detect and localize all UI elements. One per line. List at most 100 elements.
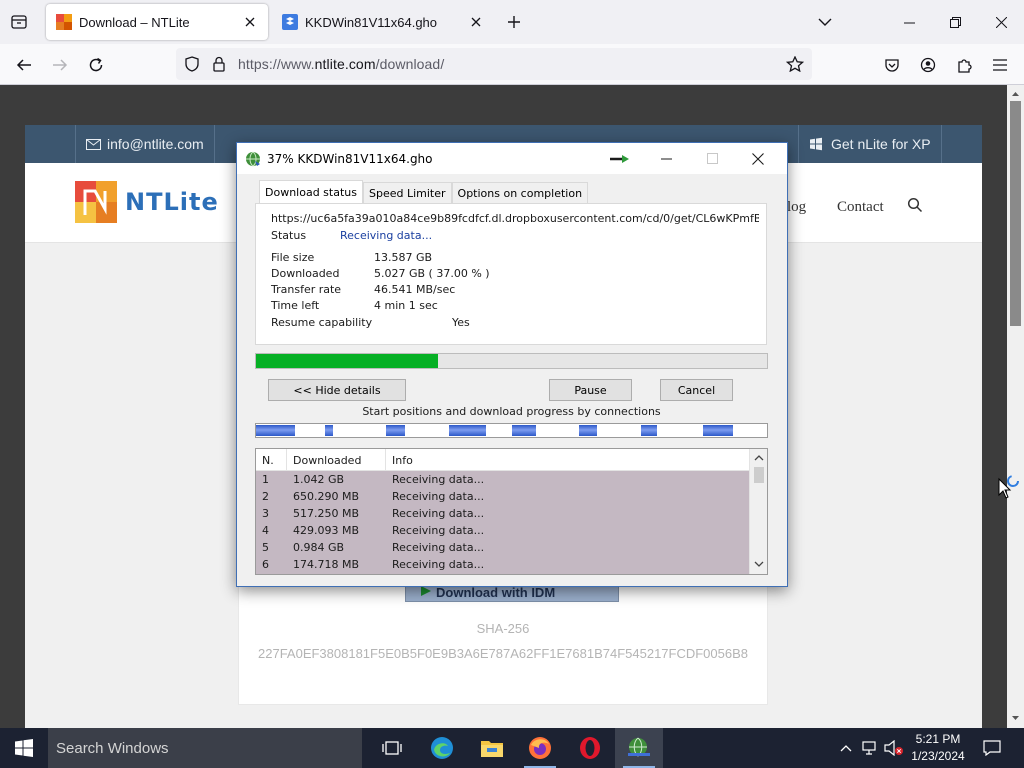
restore-window-icon[interactable]: [932, 0, 978, 44]
dialog-tabs: Download status Speed Limiter Options on…: [259, 180, 589, 203]
progress-fill: [256, 354, 438, 368]
downloaded-label: Downloaded: [271, 267, 340, 280]
close-window-icon[interactable]: [978, 0, 1024, 44]
transfer-rate-value: 46.541 MB/sec: [374, 283, 456, 296]
lock-icon[interactable]: [212, 56, 226, 75]
table-scroll-thumb[interactable]: [754, 467, 764, 483]
clock[interactable]: 5:21 PM 1/23/2024: [906, 731, 970, 765]
tab-download-status[interactable]: Download status: [259, 180, 363, 203]
address-bar[interactable]: https://www.ntlite.com/download/: [176, 48, 812, 80]
table-row[interactable]: 5 0.984 GB Receiving data...: [256, 539, 749, 556]
scroll-down-icon[interactable]: [750, 557, 768, 571]
page-scrollbar[interactable]: [1007, 85, 1024, 728]
start-button[interactable]: [0, 728, 48, 768]
email-text: info@ntlite.com: [107, 136, 204, 152]
scroll-thumb[interactable]: [1010, 101, 1021, 326]
pause-button[interactable]: Pause: [549, 379, 632, 401]
download-status-panel: https://uc6a5fa39a010a84ce9b89fcdfcf.dl.…: [255, 203, 767, 345]
dialog-minimize-icon[interactable]: [643, 143, 689, 174]
ntlite-logo[interactable]: NTLite: [75, 181, 219, 223]
logo-text: NTLite: [125, 188, 219, 216]
browser-tab-bar: Download – NTLite KKDWin81V11x64.gho: [0, 0, 1024, 44]
tab-gho-file[interactable]: KKDWin81V11x64.gho: [272, 4, 494, 40]
search-icon[interactable]: [907, 197, 923, 213]
close-tab-icon[interactable]: [468, 14, 484, 30]
connection-segment: [703, 425, 733, 436]
chevron-down-icon[interactable]: [816, 13, 834, 31]
column-header-n[interactable]: N.: [256, 449, 287, 471]
file-size-row: File size 13.587 GB: [271, 251, 432, 264]
table-row[interactable]: 3 517.250 MB Receiving data...: [256, 505, 749, 522]
tab-options-on-completion[interactable]: Options on completion: [451, 182, 589, 203]
scroll-down-icon[interactable]: [1007, 711, 1024, 725]
edge-browser-icon[interactable]: [418, 728, 466, 768]
clock-date: 1/23/2024: [911, 749, 965, 763]
url-text[interactable]: https://www.ntlite.com/download/: [238, 56, 444, 72]
table-row[interactable]: 2 650.290 MB Receiving data...: [256, 488, 749, 505]
dialog-titlebar[interactable]: 37% KKDWin81V11x64.gho: [237, 143, 787, 174]
notifications-icon[interactable]: [982, 738, 1002, 758]
time-left-row: Time left 4 min 1 sec: [271, 299, 438, 312]
close-tab-icon[interactable]: [242, 14, 258, 30]
connection-segment: [386, 425, 405, 436]
menu-item-contact[interactable]: Contact: [837, 199, 884, 216]
pocket-icon[interactable]: [880, 53, 904, 77]
time-left-value: 4 min 1 sec: [374, 299, 438, 312]
menu-item-blog[interactable]: log: [787, 199, 806, 216]
tab-title: KKDWin81V11x64.gho: [305, 14, 438, 30]
opera-icon[interactable]: [566, 728, 614, 768]
table-row[interactable]: 1 1.042 GB Receiving data...: [256, 471, 749, 488]
tab-list-icon[interactable]: [8, 12, 30, 32]
transfer-rate-label: Transfer rate: [271, 283, 342, 296]
volume-muted-icon[interactable]: [884, 738, 904, 758]
taskbar-search-box[interactable]: Search Windows: [48, 728, 362, 768]
back-icon[interactable]: [12, 53, 36, 77]
email-link[interactable]: info@ntlite.com: [75, 125, 215, 163]
cell-n: 1: [262, 473, 269, 486]
scroll-up-icon[interactable]: [750, 451, 768, 465]
dialog-maximize-icon: [689, 143, 735, 174]
column-header-info[interactable]: Info: [386, 449, 749, 471]
nlite-xp-link[interactable]: Get nLite for XP: [798, 125, 942, 163]
scroll-up-icon[interactable]: [1007, 87, 1024, 101]
status-value: Receiving data...: [340, 229, 433, 242]
dialog-close-icon[interactable]: [735, 143, 781, 174]
task-view-icon[interactable]: [368, 728, 416, 768]
file-explorer-icon[interactable]: [468, 728, 516, 768]
cell-n: 5: [262, 541, 269, 554]
forward-icon[interactable]: [48, 53, 72, 77]
cell-info: Receiving data...: [392, 507, 485, 520]
table-row[interactable]: 4 429.093 MB Receiving data...: [256, 522, 749, 539]
table-row[interactable]: 6 174.718 MB Receiving data...: [256, 556, 749, 573]
cell-info: Receiving data...: [392, 524, 485, 537]
ntlite-logo-icon: [75, 181, 117, 223]
cell-info: Receiving data...: [392, 473, 485, 486]
clock-time: 5:21 PM: [915, 732, 961, 746]
minimize-window-icon[interactable]: [886, 0, 932, 44]
new-tab-icon[interactable]: [504, 12, 524, 32]
shield-icon[interactable]: [184, 56, 200, 75]
hide-details-button[interactable]: << Hide details: [268, 379, 406, 401]
cancel-button[interactable]: Cancel: [660, 379, 733, 401]
bookmark-star-icon[interactable]: [785, 55, 805, 75]
table-scrollbar[interactable]: [749, 449, 767, 574]
account-icon[interactable]: [916, 53, 940, 77]
column-header-downloaded[interactable]: Downloaded: [287, 449, 386, 471]
hamburger-menu-icon[interactable]: [988, 53, 1012, 77]
cell-downloaded: 517.250 MB: [293, 507, 360, 520]
chevron-up-icon[interactable]: [836, 738, 856, 758]
tab-speed-limiter[interactable]: Speed Limiter: [362, 182, 452, 203]
extensions-icon[interactable]: [952, 53, 976, 77]
ntlite-favicon-icon: [56, 14, 72, 30]
tab-ntlite[interactable]: Download – NTLite: [46, 4, 268, 40]
network-icon[interactable]: [860, 738, 880, 758]
firefox-icon[interactable]: [516, 728, 564, 768]
connection-segment: [512, 425, 536, 436]
reload-icon[interactable]: [84, 53, 108, 77]
download-url: https://uc6a5fa39a010a84ce9b89fcdfcf.dl.…: [271, 212, 759, 225]
idm-taskbar-icon[interactable]: [615, 728, 663, 768]
cell-downloaded: 429.093 MB: [293, 524, 360, 537]
browser-nav-bar: https://www.ntlite.com/download/: [0, 44, 1024, 85]
connection-segment: [325, 425, 333, 436]
cell-info: Receiving data...: [392, 490, 485, 503]
